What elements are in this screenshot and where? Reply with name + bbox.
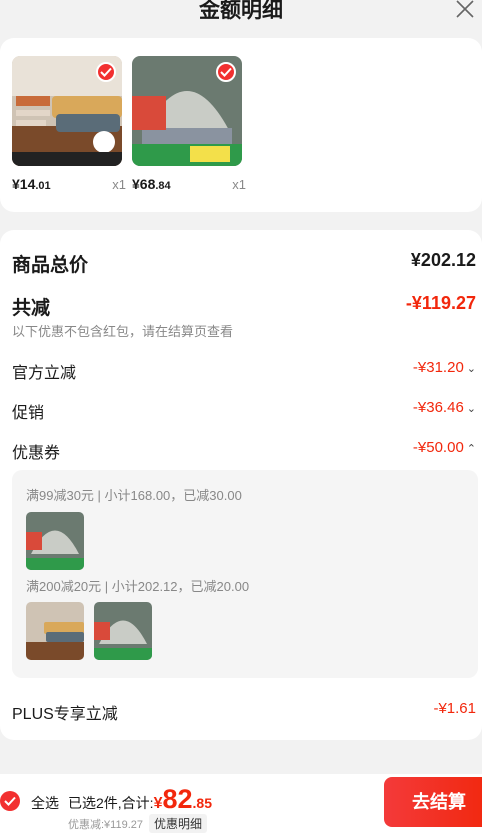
total-amount: 82: [162, 784, 193, 814]
chevron-down-icon[interactable]: ⌄: [467, 363, 476, 375]
coupon-product-thumb: [26, 602, 84, 660]
checkout-bar: 全选 已选2件,合计:¥82.85 优惠减:¥119.27 优惠明细 去结算: [0, 774, 482, 834]
total-reduce-value: -¥119.27: [405, 293, 476, 313]
discount-value: -¥36.46: [412, 399, 464, 416]
coupon-rule: 满200减20元 | 小计202.12，已减20.00: [26, 579, 250, 594]
select-all-check-icon[interactable]: [0, 791, 20, 811]
plus-discount-label: PLUS专享立减: [12, 706, 118, 723]
price-detail-card: 商品总价 ¥202.12 共减 -¥119.27 以下优惠不包含红包，请在结算页…: [0, 230, 482, 740]
coupon-product-thumb: [94, 602, 152, 660]
product-image-mosquito-net[interactable]: [132, 56, 242, 166]
product-check-icon[interactable]: [216, 62, 236, 82]
discount-summary: 优惠减:¥119.27 优惠明细: [68, 814, 208, 833]
discount-label: 优惠券: [12, 445, 61, 462]
total-reduce-label: 共减: [12, 298, 51, 319]
selected-count: 已选2件,合计:: [68, 795, 154, 811]
discount-label: 官方立减: [12, 365, 77, 382]
product-image-quilt[interactable]: [12, 56, 122, 166]
chevron-down-icon[interactable]: ⌄: [467, 403, 476, 415]
checkout-button[interactable]: 去结算: [384, 777, 482, 827]
discount-label: 促销: [12, 405, 45, 422]
reduce-hint: 以下优惠不包含红包，请在结算页查看: [12, 324, 234, 339]
discount-value: -¥50.00: [412, 439, 464, 456]
product-item[interactable]: ¥68.84 x1: [132, 56, 246, 192]
product-price: ¥68.84: [132, 176, 171, 192]
page-title: 金额明细: [199, 0, 283, 22]
total-price-label: 商品总价: [12, 255, 89, 276]
product-check-icon[interactable]: [96, 62, 116, 82]
close-icon[interactable]: [454, 0, 476, 20]
coupon-rule: 满99减30元 | 小计168.00，已减30.00: [26, 488, 242, 503]
discount-detail-button[interactable]: 优惠明细: [149, 814, 208, 833]
coupon-product-thumb: [26, 512, 84, 570]
chevron-up-icon[interactable]: ⌃: [467, 443, 476, 455]
product-qty: x1: [232, 177, 246, 192]
product-item[interactable]: ¥14.01 x1: [12, 56, 126, 192]
product-qty: x1: [112, 177, 126, 192]
plus-discount-value: -¥1.61: [433, 700, 476, 717]
header: 金额明细: [0, 0, 482, 34]
coupon-detail-box: 满99减30元 | 小计168.00，已减30.00 满200减20元 | 小计…: [12, 470, 478, 678]
total-price-value: ¥202.12: [410, 250, 476, 270]
select-all-label[interactable]: 全选: [31, 793, 59, 813]
products-card: ¥14.01 x1 ¥68.84 x1: [0, 38, 482, 212]
selected-total: 已选2件,合计:¥82.85: [68, 784, 212, 814]
product-price: ¥14.01: [12, 176, 51, 192]
discount-value: -¥31.20: [412, 359, 464, 376]
